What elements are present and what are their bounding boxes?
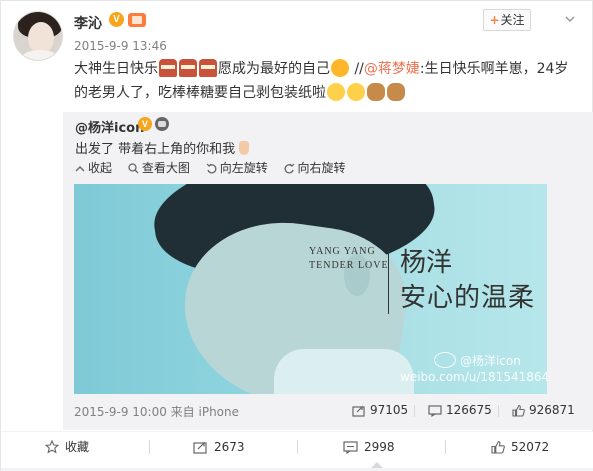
avatar[interactable]	[13, 11, 63, 61]
comment-count-button[interactable]: 126675	[428, 403, 492, 418]
shy-face-emoji-icon	[347, 83, 365, 101]
follow-label: 关注	[500, 13, 525, 27]
collapse-icon	[75, 166, 85, 172]
image-shirt	[274, 349, 414, 394]
post-image[interactable]: YANG YANG TENDER LOVE 杨洋 安心的温柔 @杨洋icon w…	[74, 184, 547, 394]
image-caption-en-2: TENDER LOVE	[309, 260, 389, 271]
action-divider	[445, 440, 446, 454]
rotate-right-icon	[284, 163, 294, 174]
favorite-button[interactable]: 收藏	[44, 432, 90, 462]
repost-date[interactable]: 2015-9-9 10:00 来自 iPhone	[74, 403, 239, 420]
mention-link[interactable]: @蒋梦婕	[364, 61, 420, 77]
member-icon[interactable]	[128, 13, 146, 27]
comment-icon	[343, 441, 358, 455]
star-icon	[44, 439, 60, 454]
shy-face-emoji-icon	[327, 83, 345, 101]
repost-count-button[interactable]: 97105	[352, 403, 408, 417]
image-caption-en-1: YANG YANG	[309, 246, 376, 257]
pointing-hand-icon	[239, 141, 250, 155]
favorite-label: 收藏	[65, 440, 90, 454]
rotate-right-button[interactable]: 向右旋转	[284, 159, 346, 176]
weibo-logo-icon	[434, 352, 456, 368]
member-badge-icon[interactable]	[155, 117, 169, 131]
cake-emoji-icon	[159, 59, 177, 77]
rotate-left-label: 向左旋转	[219, 161, 268, 175]
post-text: 大神生日快乐 愿成为最好的自己 //@蒋梦婕:生日快乐啊羊崽，24岁的老男人了，吃…	[74, 57, 574, 105]
plus-icon: +	[489, 13, 500, 27]
caption-divider	[388, 248, 389, 314]
post-text-part: 大神生日快乐	[74, 61, 158, 77]
like-button[interactable]: 52072	[491, 432, 549, 462]
footer-divider	[414, 405, 415, 417]
view-large-button[interactable]: 查看大图	[128, 159, 190, 176]
bear-emoji-icon	[387, 83, 405, 101]
thumbs-up-icon	[491, 440, 505, 454]
repost-button[interactable]: 2673	[193, 432, 245, 462]
rotate-left-icon	[206, 163, 217, 174]
avatar-shoulder	[20, 50, 60, 60]
image-caption-cn-1: 杨洋	[400, 248, 453, 278]
comment-icon	[428, 405, 442, 418]
rotate-left-button[interactable]: 向左旋转	[206, 159, 268, 176]
comment-action-count: 2998	[364, 440, 395, 454]
post-text-part: //	[350, 61, 364, 77]
like-action-count: 52072	[511, 440, 550, 454]
follow-button[interactable]: +关注	[483, 9, 531, 31]
verified-icon: V	[138, 117, 152, 131]
repost-text: 出发了 带着右上角的你和我	[75, 138, 250, 157]
action-divider	[297, 440, 298, 454]
watermark-user: @杨洋icon	[460, 354, 521, 368]
view-large-label: 查看大图	[141, 161, 190, 175]
comment-count: 126675	[446, 403, 492, 417]
image-toolbar: 收起 查看大图 向左旋转 向右旋转	[75, 159, 358, 176]
cake-emoji-icon	[179, 59, 197, 77]
repost-action-count: 2673	[214, 440, 245, 454]
collapse-button[interactable]: 收起	[75, 159, 112, 176]
chevron-down-icon[interactable]	[564, 13, 576, 25]
user-name[interactable]: 李沁	[74, 13, 102, 33]
thumbs-up-icon	[512, 404, 525, 417]
rotate-right-label: 向右旋转	[297, 161, 346, 175]
comment-button[interactable]: 2998	[343, 432, 395, 462]
verified-icon: V	[109, 12, 124, 27]
repost-box: @杨洋icon V 出发了 带着右上角的你和我 收起 查看大图 向左旋转 向右旋…	[63, 112, 593, 430]
action-bar: 收藏 2673 2998 52072	[1, 431, 593, 471]
repost-text-body: 出发了 带着右上角的你和我	[75, 142, 236, 157]
post-time[interactable]: 2015-9-9 13:46	[74, 39, 167, 53]
image-caption-cn-2: 安心的温柔	[400, 283, 536, 313]
repost-user[interactable]: @杨洋icon	[75, 117, 144, 136]
post-text-part: 愿成为最好的自己	[218, 61, 330, 77]
like-count: 926871	[529, 403, 575, 417]
bear-emoji-icon	[367, 83, 385, 101]
magnifier-icon	[128, 163, 139, 174]
cake-emoji-icon	[199, 59, 217, 77]
collapse-label: 收起	[88, 161, 113, 175]
repost-count: 97105	[370, 403, 409, 417]
watermark-url: weibo.com/u/1815418641	[400, 370, 547, 384]
weibo-post-card: 李沁 V +关注 2015-9-9 13:46 大神生日快乐 愿成为最好的自己 /…	[0, 0, 593, 471]
footer-divider	[498, 405, 499, 417]
action-divider	[149, 440, 150, 454]
like-count-button[interactable]: 926871	[512, 403, 575, 417]
repost-icon	[352, 405, 365, 417]
sun-emoji-icon	[331, 59, 349, 77]
repost-icon	[193, 441, 207, 454]
